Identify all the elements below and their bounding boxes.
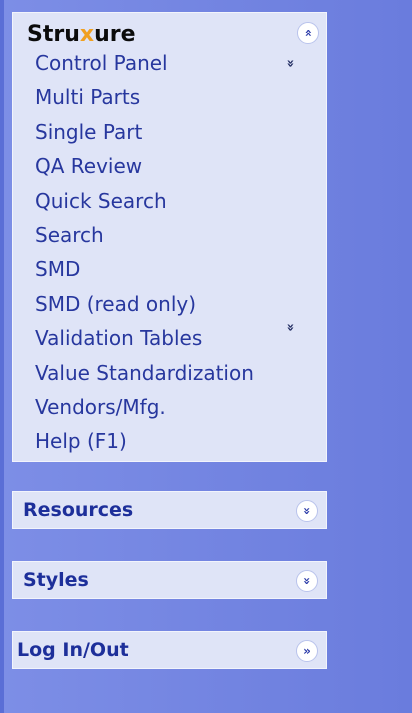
chevron-up-double-icon: »: [300, 29, 315, 37]
menu-item-vendors-mfg[interactable]: Vendors/Mfg.: [35, 395, 254, 429]
struxure-menu-panel: Struxure » » » Control Panel Multi Parts…: [12, 12, 327, 462]
styles-section: Styles »: [12, 561, 327, 599]
chevron-right-double-icon: »: [303, 644, 311, 658]
resources-section-title[interactable]: Resources: [23, 492, 133, 530]
styles-expand-button[interactable]: »: [296, 570, 318, 592]
scroll-up-chevron-icon[interactable]: »: [282, 57, 297, 70]
styles-section-title[interactable]: Styles: [23, 562, 89, 600]
menu-item-validation-tables[interactable]: Validation Tables: [35, 326, 254, 360]
resources-section: Resources »: [12, 491, 327, 529]
menu-item-qa-review[interactable]: QA Review: [35, 154, 254, 188]
menu-item-quick-search[interactable]: Quick Search: [35, 189, 254, 223]
app-title-part-1: Stru: [27, 22, 80, 47]
menu-item-single-part[interactable]: Single Part: [35, 120, 254, 154]
menu-item-control-panel[interactable]: Control Panel: [35, 51, 254, 85]
app-title-part-2: ure: [94, 22, 136, 47]
login-section: Log In/Out »: [12, 631, 327, 669]
left-frame-border: [0, 0, 4, 713]
menu-item-smd-read-only[interactable]: SMD (read only): [35, 292, 254, 326]
scroll-down-chevron-icon[interactable]: »: [282, 321, 297, 334]
login-open-button[interactable]: »: [296, 640, 318, 662]
menu-item-help[interactable]: Help (F1): [35, 429, 254, 463]
app-title-accent-letter: x: [79, 22, 95, 47]
menu-item-smd[interactable]: SMD: [35, 257, 254, 291]
collapse-panel-button[interactable]: »: [297, 22, 319, 44]
chevron-down-double-icon: »: [299, 577, 314, 585]
app-title: Struxure: [27, 21, 136, 49]
menu-item-multi-parts[interactable]: Multi Parts: [35, 85, 254, 119]
menu-item-value-standardization[interactable]: Value Standardization: [35, 361, 254, 395]
main-menu-list: Control Panel Multi Parts Single Part QA…: [35, 51, 254, 464]
chevron-down-double-icon: »: [299, 507, 314, 515]
resources-expand-button[interactable]: »: [296, 500, 318, 522]
menu-item-search[interactable]: Search: [35, 223, 254, 257]
login-section-title[interactable]: Log In/Out: [17, 632, 129, 670]
